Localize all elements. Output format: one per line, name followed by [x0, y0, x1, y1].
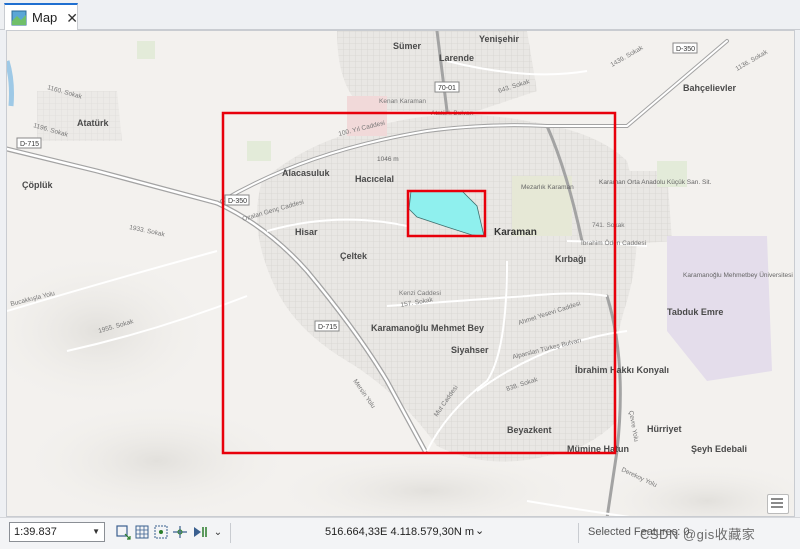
place-label: Tabduk Emre [667, 307, 723, 317]
scale-value: 1:39.837 [14, 526, 57, 538]
chevron-down-icon: ▼ [92, 527, 100, 536]
place-label: Atatürk [77, 118, 109, 128]
place-label: Yenişehir [479, 34, 520, 44]
road-label: 741. Sokak [592, 222, 625, 229]
place-label: Hisar [295, 227, 318, 237]
snapping-icon[interactable] [153, 524, 169, 540]
place-label: Larende [439, 53, 474, 63]
road-shield: D-350 [228, 198, 247, 205]
chevron-down-icon[interactable]: ⌄ [210, 524, 226, 540]
status-bar: 1:39.837 ▼ ⌄ 516.664,33E 4.118.579,30N m… [0, 517, 800, 549]
road-label: 1136. Sokak [735, 48, 770, 72]
scale-dropdown[interactable]: 1:39.837 ▼ [9, 522, 105, 542]
grid-icon[interactable] [134, 524, 150, 540]
place-label: Karamanoğlu Mehmet Bey [371, 323, 484, 333]
place-label: Çöplük [22, 180, 53, 190]
measure-icon[interactable] [172, 524, 188, 540]
chevron-down-icon[interactable]: ⌄ [475, 524, 484, 537]
road-shield: D-350 [676, 46, 695, 53]
road-label: Kenan Karaman [379, 98, 426, 105]
road-shield: D-715 [20, 141, 39, 148]
road-shield: 70-01 [438, 85, 456, 92]
map-icon [11, 10, 27, 26]
fixed-zoom-icon[interactable] [115, 524, 131, 540]
road-label: İbrahim Öden Caddesi [581, 238, 646, 247]
place-label: Bahçelievler [683, 83, 737, 93]
place-label: İbrahim Hakkı Konyalı [575, 365, 669, 375]
road-label: Mersin Yolu [351, 378, 376, 410]
road-label: 1439. Sokak [610, 44, 645, 69]
place-label: Mezarlık Karaman [521, 184, 574, 191]
elevation-label: 1046 m [377, 156, 399, 163]
watermark: CSDN @gis收藏家 [640, 527, 756, 542]
divider [230, 523, 231, 543]
place-label: Sümer [393, 41, 422, 51]
place-label: Hacıcelal [355, 174, 394, 184]
place-label: Karamanoğlu Mehmetbey Üniversitesi [683, 271, 793, 279]
road-label: Çevre Yolu [627, 410, 639, 443]
basemap: D-715 D-350 D-715 D-350 70-01 Sümer Lare… [7, 31, 794, 516]
place-label: Şeyh Edebali [691, 444, 747, 454]
tab-bar: Map ✕ [0, 0, 800, 30]
map-view[interactable]: D-715 D-350 D-715 D-350 70-01 Sümer Lare… [6, 30, 795, 517]
place-label: Çeltek [340, 251, 368, 261]
place-label: Alacasuluk [282, 168, 331, 178]
road-label: Kenzi Caddesi [399, 290, 441, 297]
road-label: 1933. Sokak [129, 224, 167, 239]
pause-drawing-icon[interactable] [192, 524, 208, 540]
tab-map[interactable]: Map ✕ [4, 3, 78, 30]
tab-label: Map [32, 10, 58, 25]
coordinates-readout: 516.664,33E 4.118.579,30N m [325, 526, 475, 538]
close-icon[interactable]: ✕ [66, 11, 78, 25]
place-label: Siyahser [451, 345, 489, 355]
place-label: Beyazkent [507, 425, 552, 435]
road-shield: D-715 [318, 324, 337, 331]
legend-icon[interactable] [767, 494, 789, 514]
place-label: Karaman [494, 227, 537, 238]
place-label: Hürriyet [647, 424, 682, 434]
divider [578, 523, 579, 543]
place-label: Kırbağı [555, 254, 586, 264]
